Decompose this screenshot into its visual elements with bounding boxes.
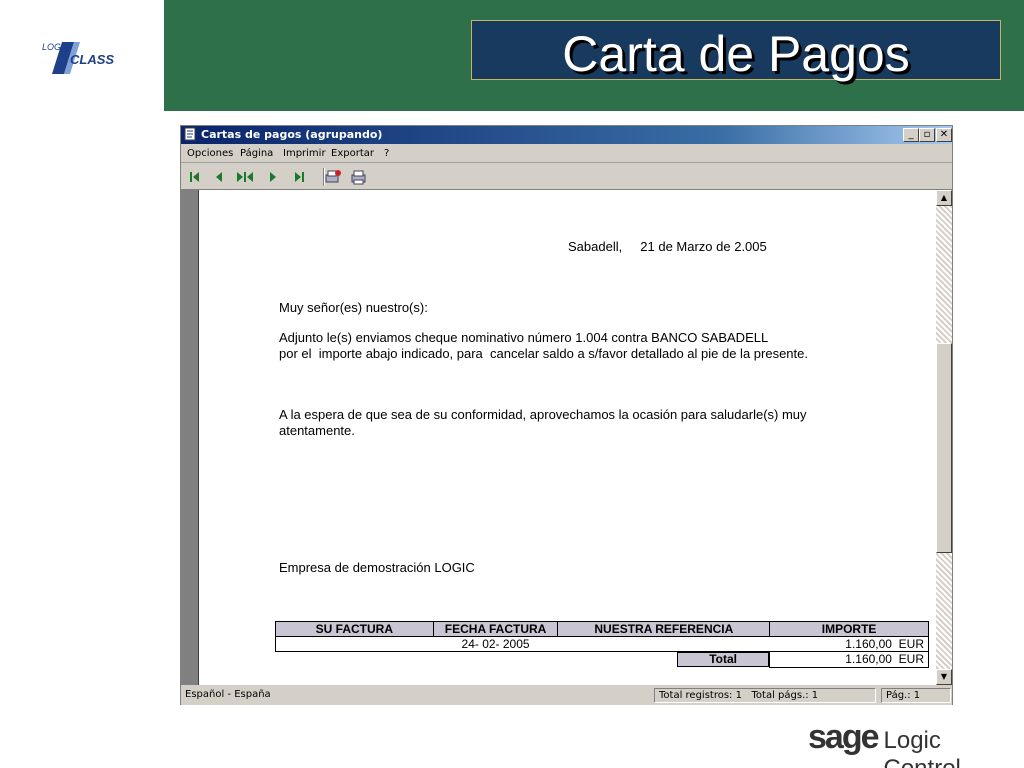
invoice-table: SU FACTURA FECHA FACTURA NUESTRA REFEREN… [275, 621, 929, 668]
menu-pagina[interactable]: Página [240, 148, 273, 159]
logo-bottom-text: CLASS [70, 52, 114, 67]
total-label-cell: Total [558, 652, 770, 667]
status-records: Total registros: 1 Total págs.: 1 [654, 688, 876, 703]
scroll-thumb[interactable] [936, 343, 952, 553]
greeting: Muy señor(es) nuestro(s): [279, 300, 428, 315]
closing-line-2: atentamente. [279, 423, 355, 438]
title-box: Carta de Pagos [471, 20, 1001, 80]
body-line-1: Adjunto le(s) enviamos cheque nominativo… [279, 330, 769, 345]
amount-value: 1.160,00 [845, 636, 892, 651]
footer-brand: sage [808, 718, 879, 756]
col-header-su-factura: SU FACTURA [275, 621, 434, 637]
logic-class-logo: LOGIC CLASS [42, 42, 114, 74]
company-name: Empresa de demostración LOGIC [279, 560, 475, 575]
col-header-importe: IMPORTE [769, 621, 929, 637]
report-preview: Sabadell, 21 de Marzo de 2.005 Muy señor… [181, 190, 952, 685]
total-label: Total [676, 652, 770, 667]
menu-imprimir[interactable]: Imprimir [283, 148, 326, 159]
slide-header: LOGIC CLASS Carta de Pagos [0, 0, 1024, 111]
logo-top-text: LOGIC [42, 42, 71, 52]
menu-opciones[interactable]: Opciones [187, 148, 233, 159]
place-date: Sabadell, 21 de Marzo de 2.005 [568, 239, 767, 254]
table-header-row: SU FACTURA FECHA FACTURA NUESTRA REFEREN… [275, 621, 929, 637]
menu-bar: Opciones Página Imprimir Exportar ? [181, 145, 952, 163]
menu-help[interactable]: ? [384, 148, 389, 159]
body-line-2: por el importe abajo indicado, para canc… [279, 346, 808, 361]
total-amount: 1.160,00 [845, 651, 892, 666]
previous-page-icon[interactable] [209, 168, 229, 186]
amount-currency: EUR [898, 636, 924, 651]
status-locale: Español - España [185, 689, 271, 700]
page-margin-strip [181, 190, 199, 685]
total-spacer [276, 652, 558, 668]
col-header-fecha-factura: FECHA FACTURA [432, 621, 559, 637]
scroll-up-icon[interactable]: ▲ [936, 190, 952, 206]
status-total-pages: Total págs.: 1 [751, 690, 819, 701]
restore-button[interactable]: ▫ [919, 128, 935, 142]
vertical-scrollbar[interactable]: ▲ ▼ [936, 190, 952, 685]
slide-title: Carta de Pagos [562, 26, 910, 82]
sage-logic-control-logo: sage Logic Control [808, 718, 1024, 768]
window-titlebar[interactable]: Cartas de pagos (agrupando) _ ▫ ✕ [181, 126, 952, 144]
cell-invoice [275, 636, 434, 652]
app-icon [184, 127, 196, 141]
cell-reference [557, 636, 770, 652]
go-to-page-icon[interactable] [235, 168, 255, 186]
first-page-icon[interactable] [185, 168, 205, 186]
next-page-icon[interactable] [263, 168, 283, 186]
minimize-button[interactable]: _ [903, 128, 919, 142]
status-page: Pág.: 1 [881, 688, 951, 703]
table-total-row: Total 1.160,00 EUR [276, 651, 929, 668]
toolbar [181, 164, 952, 190]
cell-date: 24- 02- 2005 [433, 636, 558, 652]
scroll-down-icon[interactable]: ▼ [936, 669, 952, 685]
print-setup-icon[interactable] [323, 168, 343, 186]
total-amount-cell: 1.160,00 EUR [769, 651, 929, 668]
logo-area: LOGIC CLASS [0, 0, 164, 111]
status-total-records: Total registros: 1 [659, 690, 742, 701]
close-button[interactable]: ✕ [936, 128, 952, 142]
col-header-nuestra-referencia: NUESTRA REFERENCIA [557, 621, 771, 637]
footer-product: Logic Control [883, 727, 961, 768]
closing-line-1: A la espera de que sea de su conformidad… [279, 407, 807, 422]
table-row: 24- 02- 2005 1.160,00 EUR [275, 636, 929, 652]
print-icon[interactable] [349, 168, 369, 186]
report-window: Cartas de pagos (agrupando) _ ▫ ✕ Opcion… [180, 125, 953, 705]
cell-amount: 1.160,00 EUR [769, 636, 929, 652]
window-title: Cartas de pagos (agrupando) [201, 128, 383, 141]
status-bar: Español - España Total registros: 1 Tota… [181, 686, 952, 705]
menu-exportar[interactable]: Exportar [331, 148, 374, 159]
total-currency: EUR [898, 651, 924, 666]
last-page-icon[interactable] [289, 168, 309, 186]
